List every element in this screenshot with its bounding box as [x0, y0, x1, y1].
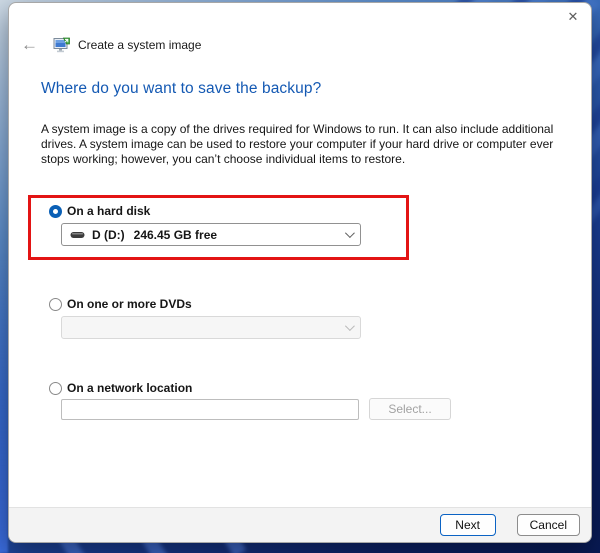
dialog-description: A system image is a copy of the drives r… [41, 122, 564, 167]
dialog-footer: Next Cancel [9, 507, 591, 542]
drive-free-space: 246.45 GB free [134, 228, 217, 242]
dvd-dropdown-disabled[interactable] [61, 316, 361, 339]
chevron-down-icon [345, 228, 355, 238]
radio-label[interactable]: On one or more DVDs [67, 297, 192, 311]
network-location-input[interactable] [61, 399, 359, 420]
radio-unselected-icon[interactable] [49, 298, 62, 311]
radio-label[interactable]: On a network location [67, 381, 192, 395]
wallpaper-streak [0, 253, 8, 553]
hard-disk-icon [70, 231, 85, 239]
select-network-button[interactable]: Select... [369, 398, 451, 420]
system-image-icon [53, 37, 71, 54]
radio-unselected-icon[interactable] [49, 382, 62, 395]
cancel-button[interactable]: Cancel [517, 514, 580, 536]
selected-drive-value: D (D:) [92, 228, 125, 242]
radio-label[interactable]: On a hard disk [67, 204, 150, 218]
chevron-down-icon [345, 321, 355, 331]
radio-selected-icon[interactable] [49, 205, 62, 218]
dialog-header: ← Create a system image [17, 34, 201, 56]
create-system-image-dialog: ✕ ← Create a system image Where do you w… [8, 2, 592, 543]
page-title: Create a system image [78, 38, 201, 52]
radio-option-hard-disk[interactable]: On a hard disk [49, 204, 150, 218]
back-button[interactable]: ← [17, 35, 42, 55]
radio-option-network[interactable]: On a network location [49, 381, 192, 395]
close-icon[interactable]: ✕ [563, 7, 583, 27]
dialog-heading: Where do you want to save the backup? [41, 80, 321, 98]
next-button[interactable]: Next [440, 514, 496, 536]
radio-option-dvd[interactable]: On one or more DVDs [49, 297, 192, 311]
hard-disk-dropdown[interactable]: D (D:) 246.45 GB free [61, 223, 361, 246]
